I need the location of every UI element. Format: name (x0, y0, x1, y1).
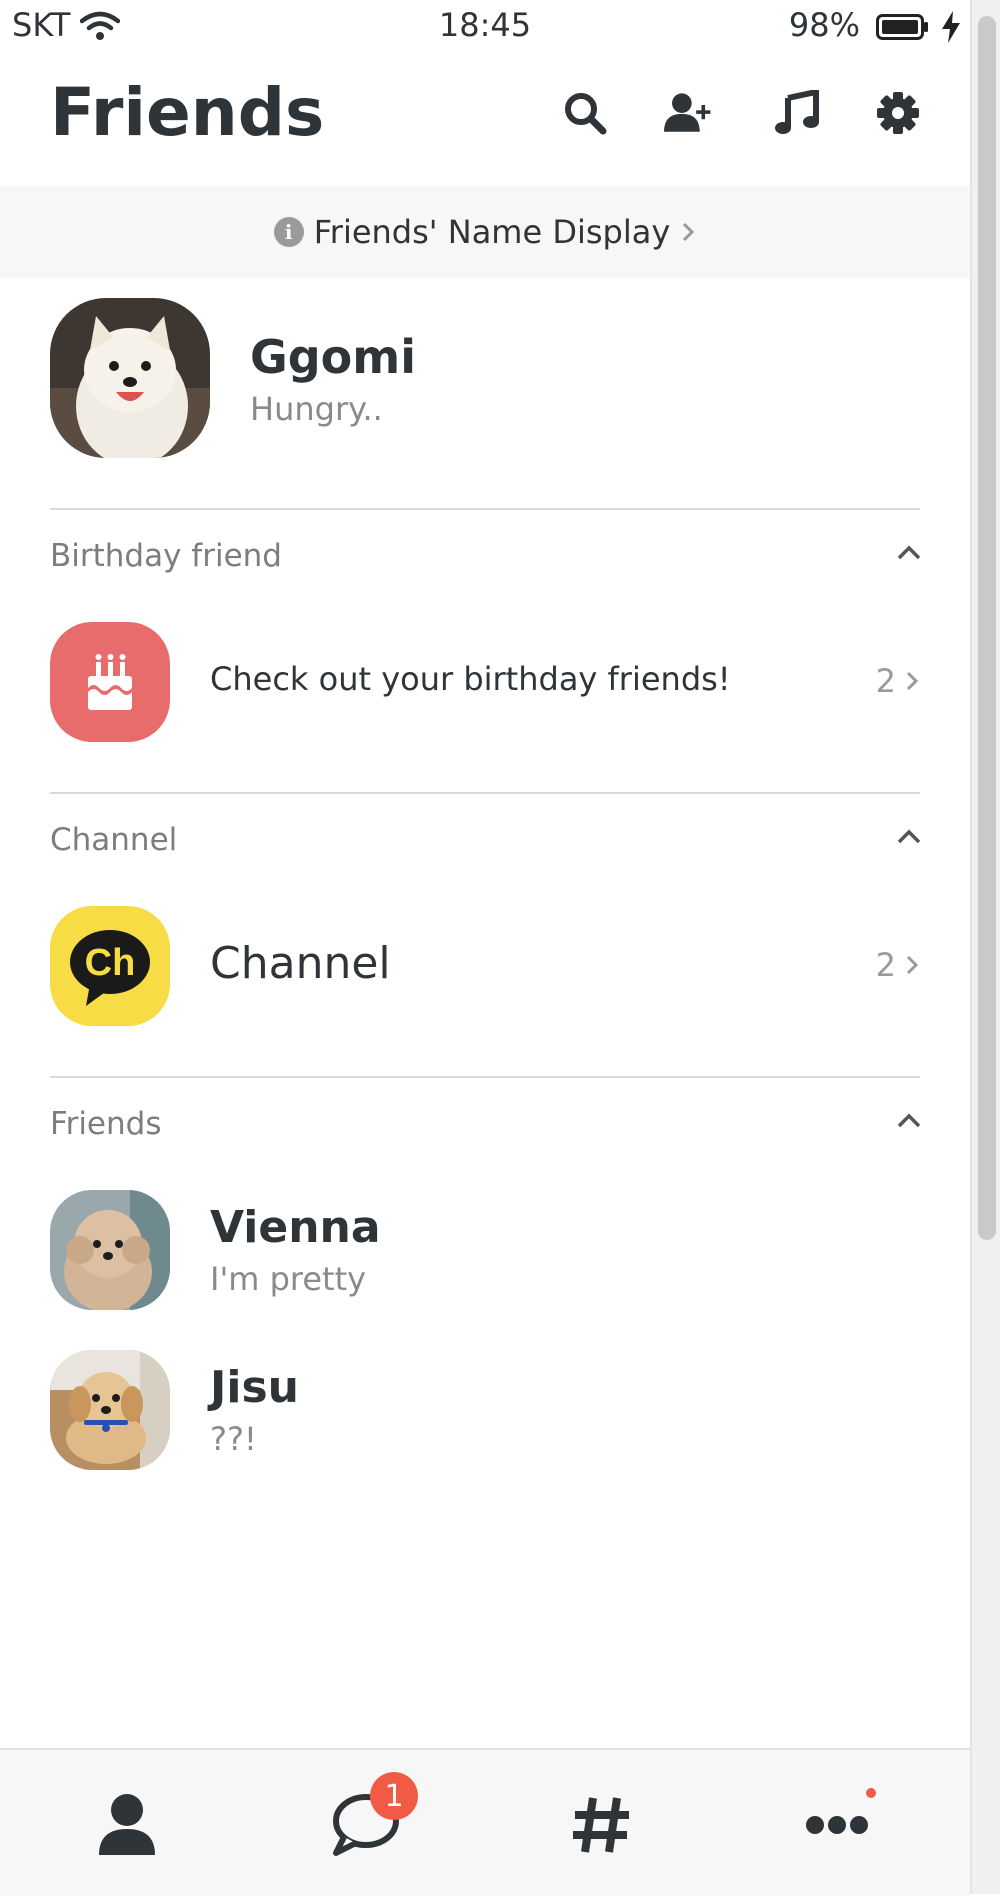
settings-button[interactable] (873, 88, 923, 138)
count-value: 2 (875, 946, 896, 984)
person-icon (99, 1794, 155, 1855)
friend-item-vienna[interactable]: Vienna I'm pretty (50, 1190, 920, 1312)
friend-name: Jisu (210, 1362, 299, 1413)
search-icon (565, 93, 607, 135)
chevron-up-icon[interactable] (894, 824, 924, 848)
music-icon (775, 90, 819, 134)
scrollbar-thumb[interactable] (978, 16, 996, 1240)
section-title-friends: Friends (50, 1106, 162, 1142)
music-button[interactable] (772, 88, 822, 138)
avatar (50, 298, 210, 458)
avatar (50, 1350, 170, 1470)
gear-icon (877, 92, 919, 134)
hashtag-icon (573, 1797, 629, 1853)
friend-status: ??! (210, 1420, 257, 1458)
birthday-count: 2 (876, 662, 920, 700)
chat-badge: 1 (370, 1772, 418, 1820)
channel-row[interactable]: Ch Channel 2 (50, 906, 920, 1026)
birthday-cake-icon (50, 622, 170, 742)
my-profile[interactable]: Ggomi Hungry.. (50, 298, 920, 460)
status-bar: SKT 18:45 98% (0, 0, 970, 56)
channel-logo-icon: Ch (50, 906, 170, 1026)
friend-status: I'm pretty (210, 1260, 367, 1298)
channel-count: 2 (876, 946, 920, 984)
count-value: 2 (875, 662, 896, 700)
info-icon: i (273, 217, 304, 247)
channel-logo-text: Ch (85, 942, 136, 984)
charging-icon (940, 10, 962, 48)
scrollbar[interactable] (972, 0, 1000, 1894)
page-title: Friends (50, 74, 325, 151)
more-dots-icon (806, 1816, 868, 1834)
battery-percent: 98% (788, 6, 860, 44)
friend-item-jisu[interactable]: Jisu ??! (50, 1350, 920, 1472)
friends-tab[interactable] (82, 1780, 172, 1870)
app-frame: SKT 18:45 98% Friends i Friends' Name Di… (0, 0, 972, 1896)
chevron-right-icon (683, 222, 695, 242)
divider (50, 508, 920, 510)
bottom-nav: 1 (0, 1748, 970, 1896)
chevron-right-icon (906, 955, 919, 975)
profile-status: Hungry.. (250, 390, 383, 428)
chevron-up-icon[interactable] (894, 540, 924, 564)
chevron-up-icon[interactable] (894, 1108, 924, 1132)
avatar (50, 1190, 170, 1310)
golden-retriever-photo (50, 1350, 170, 1470)
friend-name: Vienna (210, 1202, 381, 1253)
discover-tab[interactable] (556, 1780, 646, 1870)
birthday-row-text: Check out your birthday friends! (210, 660, 731, 698)
add-friend-icon (664, 93, 711, 132)
battery-icon (876, 14, 930, 44)
divider (50, 1076, 920, 1078)
section-title-birthday: Birthday friend (50, 538, 282, 574)
poodle-photo (50, 1190, 170, 1310)
chevron-right-icon (906, 671, 919, 691)
section-title-channel: Channel (50, 822, 178, 858)
search-button[interactable] (560, 88, 610, 138)
profile-name: Ggomi (250, 330, 416, 384)
channel-row-text: Channel (210, 938, 391, 989)
divider (50, 792, 920, 794)
banner-label: Friends' Name Display (313, 213, 671, 251)
pomeranian-photo (50, 298, 210, 458)
birthday-friends-row[interactable]: Check out your birthday friends! 2 (50, 622, 920, 742)
add-friend-button[interactable] (664, 88, 714, 138)
name-display-banner[interactable]: i Friends' Name Display (0, 186, 970, 278)
notification-dot (866, 1788, 876, 1798)
